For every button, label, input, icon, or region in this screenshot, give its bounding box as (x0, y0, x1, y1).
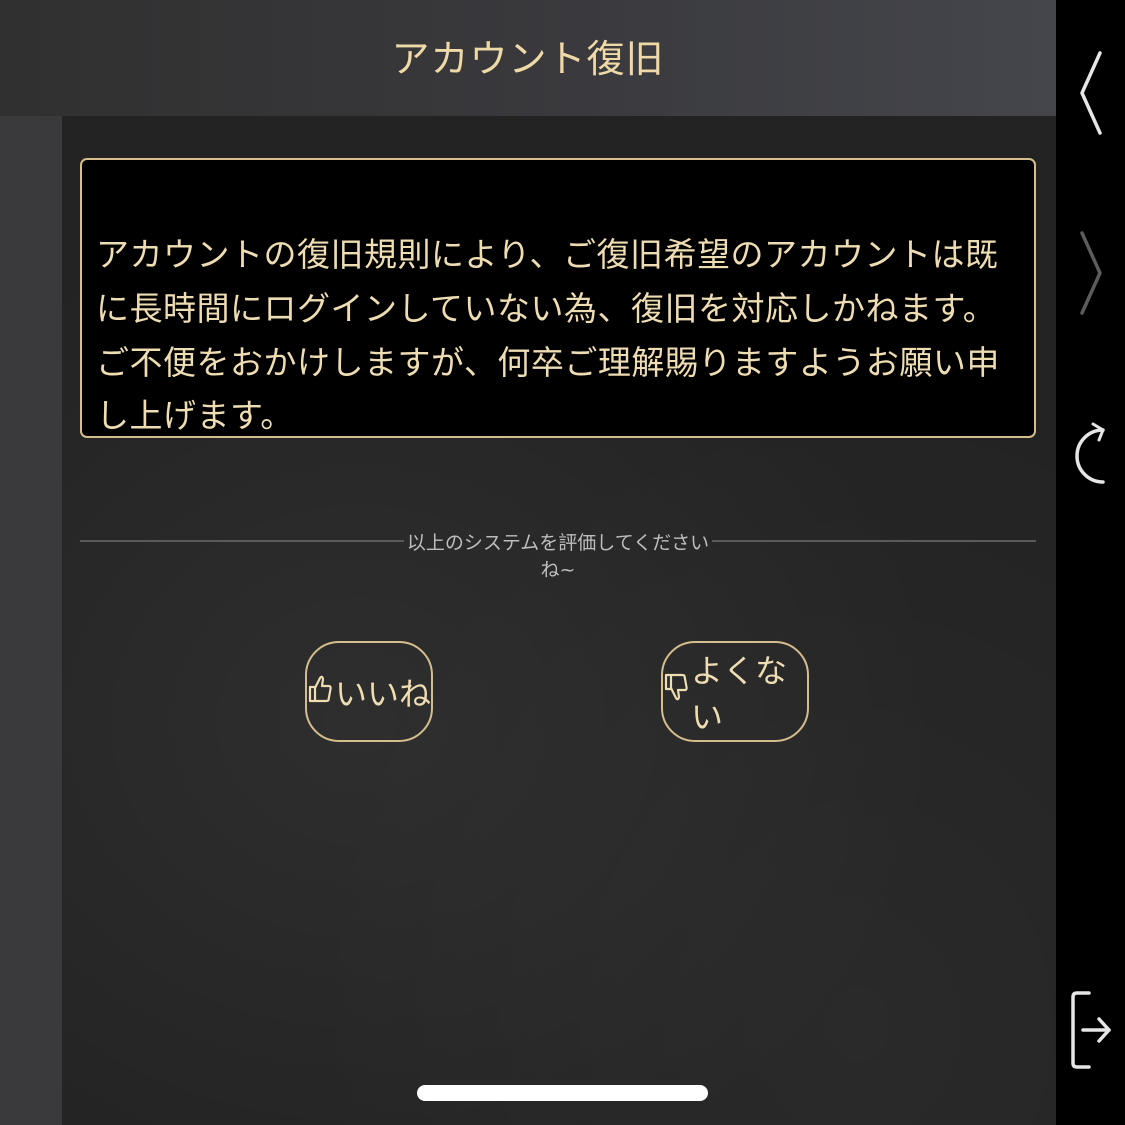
reload-icon (1069, 416, 1113, 500)
home-indicator[interactable] (417, 1085, 708, 1101)
forward-button[interactable] (1056, 228, 1125, 322)
left-margin-strip (0, 116, 62, 1125)
message-box: アカウントの復旧規則により、ご復旧希望のアカウントは既に長時間にログインしていな… (80, 158, 1036, 438)
rating-prompt: 以上のシステムを評価してくださいね~ (406, 532, 710, 581)
dislike-label: よくない (691, 651, 788, 736)
like-label: いいね (335, 674, 432, 713)
page-title: アカウント復旧 (391, 37, 665, 81)
reload-button[interactable] (1056, 416, 1125, 500)
divider-line-right (712, 540, 1036, 542)
back-icon (1076, 48, 1106, 142)
like-button[interactable]: いいね (305, 641, 433, 742)
header-bar: アカウント復旧 (0, 0, 1056, 116)
exit-icon (1069, 985, 1113, 1079)
thumbs-up-icon (307, 673, 335, 711)
dislike-button[interactable]: よくない (661, 641, 809, 742)
exit-button[interactable] (1056, 985, 1125, 1079)
message-text: アカウントの復旧規則により、ご復旧希望のアカウントは既に長時間にログインしていな… (96, 235, 1000, 436)
thumbs-down-icon (663, 673, 691, 711)
side-toolbar (1056, 0, 1125, 1125)
divider-line-left (80, 540, 404, 542)
back-button[interactable] (1056, 48, 1125, 142)
forward-icon (1076, 228, 1106, 322)
